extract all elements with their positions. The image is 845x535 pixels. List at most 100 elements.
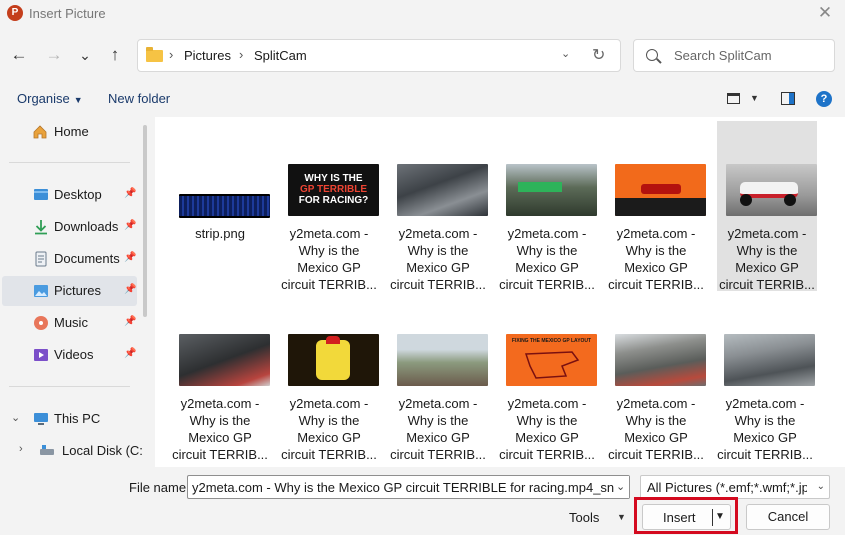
file-thumbnail [179, 194, 270, 218]
file-name-input[interactable]: y2meta.com - Why is the Mexico GP circui… [187, 475, 630, 499]
sidebar-item-label: Documents [54, 251, 120, 266]
file-tile[interactable]: y2meta.com - Why is the Mexico GP circui… [497, 121, 597, 292]
file-name-label: strip.png [195, 226, 245, 241]
help-icon[interactable]: ? [816, 91, 832, 107]
sidebar-item-label: Home [54, 124, 89, 139]
pin-icon[interactable]: 📌 [124, 348, 136, 359]
file-name-label: y2meta.com - Why is the Mexico GP circui… [608, 226, 704, 292]
music-icon [34, 316, 48, 330]
divider [9, 162, 130, 163]
title-bar: P Insert Picture ✕ [0, 0, 845, 28]
folder-icon [146, 47, 163, 62]
sidebar-item-downloads[interactable]: Downloads 📌 [0, 212, 140, 242]
up-arrow-icon[interactable]: ↑ [104, 42, 126, 68]
file-name-dropdown[interactable]: ⌄ [614, 476, 629, 498]
file-tile[interactable]: strip.png [170, 121, 270, 291]
address-bar[interactable]: › Pictures › SplitCam ⌄ ↻ [137, 39, 621, 72]
preview-pane-icon[interactable] [781, 92, 795, 105]
file-name-label: y2meta.com - Why is the Mexico GP circui… [719, 226, 815, 292]
organise-button[interactable]: Organise ▼ [17, 91, 83, 106]
sidebar-item-local-disk[interactable]: › Local Disk (C: [0, 436, 150, 466]
file-tile[interactable]: WHY IS THE GP TERRIBLE FOR RACING? y2met… [279, 121, 379, 292]
chevron-down-icon[interactable]: ⌄ [11, 411, 20, 424]
file-thumbnail [288, 334, 379, 386]
file-tile[interactable]: FIXING THE MEXICO GP LAYOUT y2meta.com -… [497, 291, 597, 462]
powerpoint-app-icon: P [7, 5, 23, 21]
pin-icon[interactable]: 📌 [124, 220, 136, 231]
new-folder-button[interactable]: New folder [108, 91, 170, 106]
file-thumbnail [397, 164, 488, 216]
insert-button[interactable]: Insert ▼ [642, 504, 731, 530]
file-tile[interactable]: y2meta.com - Why is the Mexico GP circui… [606, 291, 706, 462]
chevron-down-icon[interactable]: ⌄ [561, 47, 570, 60]
chevron-right-icon[interactable]: › [19, 443, 23, 455]
sidebar-item-label: This PC [54, 411, 101, 426]
file-tile[interactable]: y2meta.com - Why is the Mexico GP circui… [717, 121, 817, 292]
file-name-label: y2meta.com - Why is the Mexico GP circui… [172, 396, 268, 462]
file-tile[interactable]: y2meta.com - Why is the Mexico GP circui… [170, 291, 270, 462]
refresh-icon[interactable]: ↻ [592, 45, 605, 65]
file-thumbnail [179, 334, 270, 386]
chevron-right-icon: › [169, 47, 174, 62]
search-icon [646, 49, 658, 61]
file-name-label: y2meta.com - Why is the Mexico GP circui… [281, 226, 377, 292]
pin-icon[interactable]: 📌 [124, 316, 136, 327]
home-icon [33, 125, 47, 139]
videos-icon [34, 349, 48, 361]
breadcrumb-splitcam[interactable]: SplitCam [254, 48, 307, 63]
file-name-label: y2meta.com - Why is the Mexico GP circui… [281, 396, 377, 462]
sidebar-item-label: Local Disk (C: [62, 443, 143, 458]
file-tile[interactable]: y2meta.com - Why is the Mexico GP circui… [606, 121, 706, 292]
recent-locations-chevron-icon[interactable]: ⌄ [74, 42, 96, 68]
file-thumbnail [726, 164, 817, 216]
file-type-filter[interactable]: All Pictures (*.emf;*.wmf;*.jpg;* ⌄ [640, 475, 830, 499]
file-tile[interactable]: y2meta.com - Why is the Mexico GP circui… [388, 121, 488, 292]
sidebar-item-documents[interactable]: Documents 📌 [0, 244, 140, 274]
pin-icon[interactable]: 📌 [124, 284, 136, 295]
sidebar-item-pictures[interactable]: Pictures 📌 [2, 276, 137, 306]
thumbnail-caption: GP TERRIBLE [299, 184, 368, 195]
sidebar-item-this-pc[interactable]: ⌄ This PC [0, 404, 140, 434]
sidebar-item-label: Pictures [54, 283, 101, 298]
file-tile[interactable]: y2meta.com - Why is the Mexico GP circui… [715, 291, 815, 462]
caret-down-icon[interactable]: ▼ [617, 512, 626, 522]
forward-arrow-icon[interactable]: → [43, 42, 65, 68]
view-options-icon[interactable] [727, 93, 740, 104]
chevron-down-icon: ⌄ [816, 481, 825, 492]
file-thumbnail: FIXING THE MEXICO GP LAYOUT [506, 334, 597, 386]
file-thumbnail: WHY IS THE GP TERRIBLE FOR RACING? [288, 164, 379, 216]
tools-button[interactable]: Tools [569, 510, 599, 525]
sidebar-item-label: Music [54, 315, 88, 330]
breadcrumb-pictures[interactable]: Pictures [184, 48, 231, 63]
search-box[interactable] [633, 39, 835, 72]
caret-down-icon: ▼ [73, 95, 83, 105]
chevron-down-icon: ⌄ [616, 481, 626, 493]
pin-icon[interactable]: 📌 [124, 188, 136, 199]
file-thumbnail [615, 164, 706, 216]
sidebar-item-label: Downloads [54, 219, 119, 234]
file-tile[interactable]: y2meta.com - Why is the Mexico GP circui… [279, 291, 379, 462]
computer-icon [34, 413, 48, 425]
drive-icon [40, 445, 54, 455]
caret-down-icon[interactable]: ▼ [750, 93, 759, 103]
file-name-label: y2meta.com - Why is the Mexico GP circui… [499, 226, 595, 292]
pin-icon[interactable]: 📌 [124, 252, 136, 263]
sidebar-item-home[interactable]: Home [0, 117, 140, 147]
thumbnail-caption: WHY IS THE [304, 173, 363, 184]
sidebar-scrollbar[interactable] [143, 125, 147, 317]
sidebar-item-videos[interactable]: Videos 📌 [0, 340, 140, 370]
file-name-label: File name: [129, 480, 190, 495]
close-icon[interactable]: ✕ [813, 3, 837, 23]
caret-down-icon[interactable]: ▼ [715, 511, 725, 522]
divider [9, 386, 130, 387]
sidebar-item-music[interactable]: Music 📌 [0, 308, 140, 338]
chevron-right-icon: › [239, 47, 244, 62]
file-thumbnail [506, 164, 597, 216]
file-type-value: All Pictures (*.emf;*.wmf;*.jpg;* [647, 480, 807, 495]
sidebar-item-desktop[interactable]: Desktop 📌 [0, 180, 140, 210]
file-tile[interactable]: y2meta.com - Why is the Mexico GP circui… [388, 291, 488, 462]
document-icon [35, 251, 47, 267]
back-arrow-icon[interactable]: ← [8, 42, 30, 68]
cancel-button[interactable]: Cancel [746, 504, 830, 530]
search-input[interactable] [674, 48, 824, 63]
